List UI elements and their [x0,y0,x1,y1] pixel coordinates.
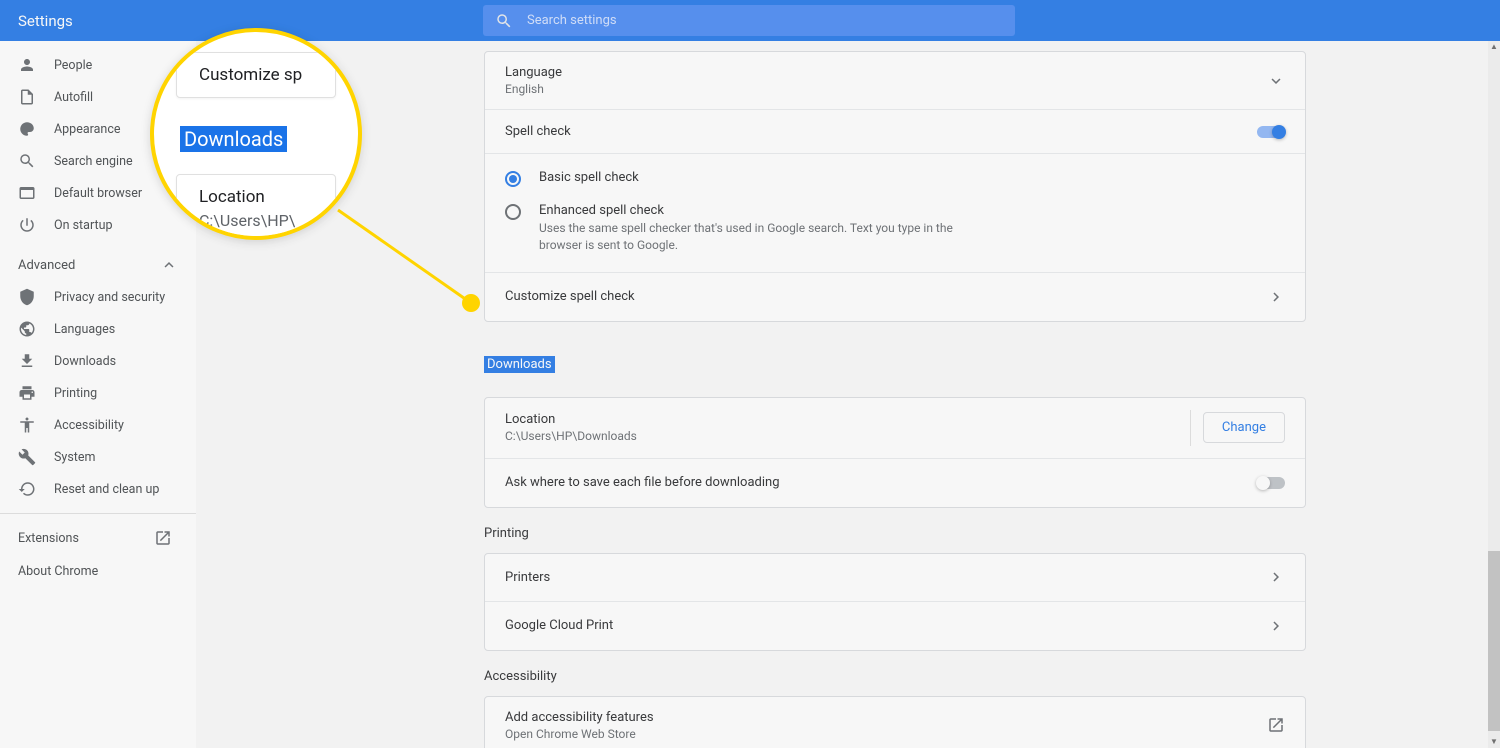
nav-extensions[interactable]: Extensions [0,522,196,554]
launch-icon [154,529,172,547]
search-input[interactable] [527,13,1003,28]
content-area: Language English Spell check Basic spell… [196,41,1488,748]
callout-location-label: Location [199,187,313,207]
radio-icon [505,171,521,187]
add-accessibility-row[interactable]: Add accessibility features Open Chrome W… [485,697,1305,748]
accessibility-heading: Accessibility [484,669,1306,684]
nav-languages[interactable]: Languages [0,313,196,345]
printing-heading: Printing [484,526,1306,541]
scroll-up-arrow[interactable]: ▲ [1488,41,1500,53]
restore-icon [18,480,36,498]
customize-spell-row[interactable]: Customize spell check [485,273,1305,321]
enhanced-spell-radio[interactable]: Enhanced spell check Uses the same spell… [485,195,1305,262]
accessibility-icon [18,416,36,434]
callout-location-path: C:\Users\HP\ [199,211,313,230]
language-spell-card: Language English Spell check Basic spell… [484,51,1306,322]
spell-check-toggle[interactable] [1257,126,1285,138]
downloads-card: Location C:\Users\HP\Downloads Change As… [484,397,1306,508]
callout-magnifier: Customize sp Downloads Location C:\Users… [150,28,362,240]
nav-privacy[interactable]: Privacy and security [0,281,196,313]
radio-icon [505,204,521,220]
chevron-right-icon [1267,568,1285,586]
nav-on-startup[interactable]: On startup [0,209,196,241]
nav-accessibility[interactable]: Accessibility [0,409,196,441]
chevron-up-icon [160,256,178,274]
chevron-right-icon [1267,617,1285,635]
basic-spell-radio[interactable]: Basic spell check [485,162,1305,195]
search-box[interactable] [483,5,1015,36]
gcp-row[interactable]: Google Cloud Print [485,602,1305,650]
scroll-down-arrow[interactable]: ▼ [1488,736,1500,748]
globe-icon [18,320,36,338]
downloads-heading: Downloads [484,356,555,373]
nav-reset[interactable]: Reset and clean up [0,473,196,505]
callout-dot [462,294,480,312]
search-icon [495,12,513,30]
palette-icon [18,120,36,138]
scrollbar-thumb[interactable] [1488,551,1500,731]
change-location-button[interactable]: Change [1203,412,1285,443]
person-icon [18,56,36,74]
search-icon [18,152,36,170]
print-icon [18,384,36,402]
accessibility-card: Add accessibility features Open Chrome W… [484,696,1306,748]
nav-printing[interactable]: Printing [0,377,196,409]
ask-save-row: Ask where to save each file before downl… [485,459,1305,507]
spell-check-row: Spell check [485,110,1305,154]
printing-card: Printers Google Cloud Print [484,553,1306,651]
wrench-icon [18,448,36,466]
shield-icon [18,288,36,306]
advanced-toggle[interactable]: Advanced [0,249,196,281]
chevron-down-icon [1267,72,1285,90]
download-icon [18,352,36,370]
nav-downloads[interactable]: Downloads [0,345,196,377]
launch-icon [1267,716,1285,734]
printers-row[interactable]: Printers [485,554,1305,602]
autofill-icon [18,88,36,106]
scrollbar[interactable]: ▲ ▼ [1488,41,1500,748]
callout-downloads: Downloads [180,126,287,152]
nav-about[interactable]: About Chrome [0,554,196,589]
download-location-row: Location C:\Users\HP\Downloads Change [485,398,1305,459]
ask-save-toggle[interactable] [1257,477,1285,489]
callout-customize: Customize sp [176,52,336,98]
chevron-right-icon [1267,288,1285,306]
power-icon [18,216,36,234]
page-title: Settings [18,12,483,30]
browser-icon [18,184,36,202]
language-row[interactable]: Language English [485,52,1305,110]
nav-system[interactable]: System [0,441,196,473]
